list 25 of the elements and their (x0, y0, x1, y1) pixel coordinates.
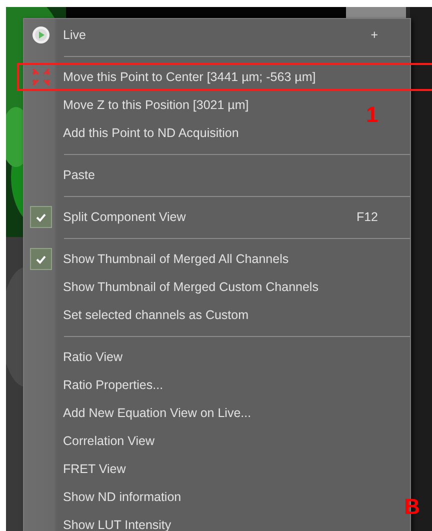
menu-item[interactable]: Show Thumbnail of Merged Custom Channels (63, 280, 318, 294)
menu-item[interactable]: Live (63, 28, 86, 42)
menu-item[interactable]: Paste (63, 168, 95, 182)
checkmark-icon (36, 212, 46, 222)
menu-item[interactable]: Move this Point to Center [3441 µm; -563 µm] (63, 70, 316, 84)
shortcut-label: + (370, 28, 378, 42)
shortcut-label: F12 (356, 210, 378, 224)
annotation-label: 1 (366, 104, 378, 126)
menu-item[interactable]: Ratio Properties... (63, 378, 164, 392)
annotation-label: B (404, 496, 420, 518)
menu-item[interactable]: Move Z to this Position [3021 µm] (63, 98, 249, 112)
menu-item[interactable]: Set selected channels as Custom (63, 308, 249, 322)
play-icon (32, 26, 50, 44)
menu-item[interactable]: Add New Equation View on Live... (63, 406, 252, 420)
checkbox[interactable] (30, 248, 52, 270)
menu-item[interactable]: Show ND information (63, 490, 182, 504)
menu-item[interactable]: Split Component View (63, 210, 186, 224)
menu-item[interactable]: Add this Point to ND Acquisition (63, 126, 239, 140)
menu-item[interactable]: Correlation View (63, 434, 154, 448)
center-arrows-icon (32, 68, 50, 86)
menu-item[interactable]: Show Thumbnail of Merged All Channels (63, 252, 289, 266)
checkmark-icon (36, 254, 46, 264)
checkbox[interactable] (30, 206, 52, 228)
menu-item[interactable]: FRET View (63, 462, 126, 476)
menu-item[interactable]: Ratio View (63, 350, 123, 364)
